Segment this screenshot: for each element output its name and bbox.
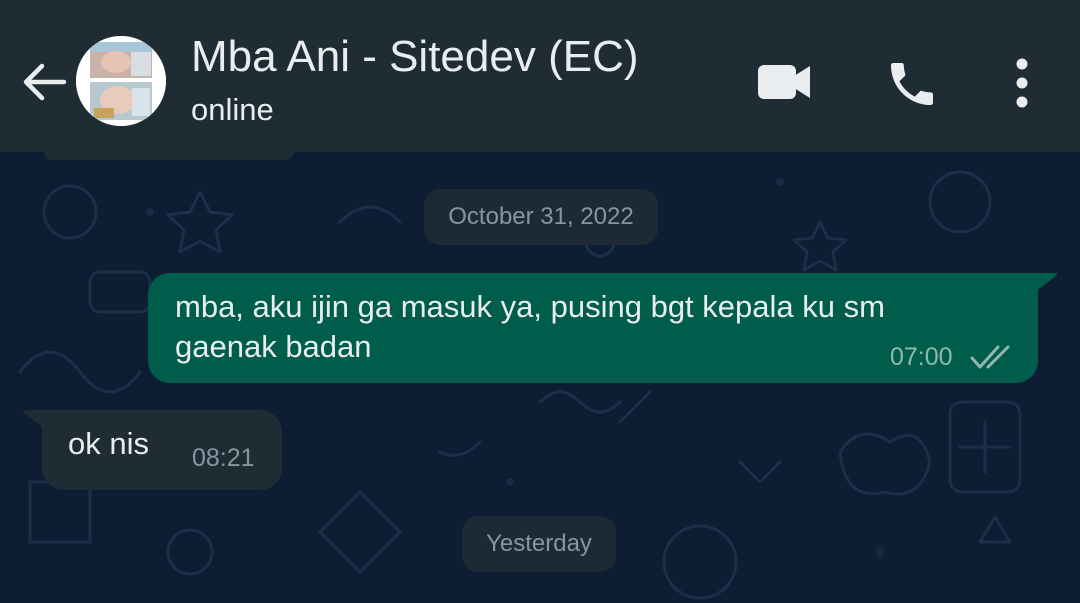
phone-icon[interactable] xyxy=(884,56,940,112)
date-separator: October 31, 2022 xyxy=(424,189,658,245)
contact-name[interactable]: Mba Ani - Sitedev (EC) xyxy=(191,32,639,82)
incoming-message-bubble[interactable]: ok nis 08:21 xyxy=(42,410,282,490)
back-arrow-icon[interactable] xyxy=(18,56,70,108)
more-vert-icon[interactable] xyxy=(1000,56,1044,112)
date-separator: Yesterday xyxy=(462,516,616,572)
video-call-icon[interactable] xyxy=(754,58,814,106)
message-time: 08:21 xyxy=(192,444,255,472)
chat-header: Mba Ani - Sitedev (EC) online xyxy=(0,0,1080,152)
double-check-icon xyxy=(970,345,1010,369)
contact-avatar[interactable] xyxy=(76,36,166,126)
outgoing-bubble-tail xyxy=(1036,273,1057,291)
message-text: mba, aku ijin ga masuk ya, pusing bgt ke… xyxy=(175,289,885,364)
chat-area[interactable]: October 31, 2022 mba, aku ijin ga masuk … xyxy=(0,152,1080,603)
message-time: 07:00 xyxy=(890,343,953,371)
incoming-bubble-tail xyxy=(23,410,44,428)
outgoing-message-bubble[interactable]: mba, aku ijin ga masuk ya, pusing bgt ke… xyxy=(148,273,1038,383)
contact-status: online xyxy=(191,92,274,127)
previous-message-bubble-edge xyxy=(44,152,294,160)
message-text: ok nis xyxy=(68,426,149,461)
